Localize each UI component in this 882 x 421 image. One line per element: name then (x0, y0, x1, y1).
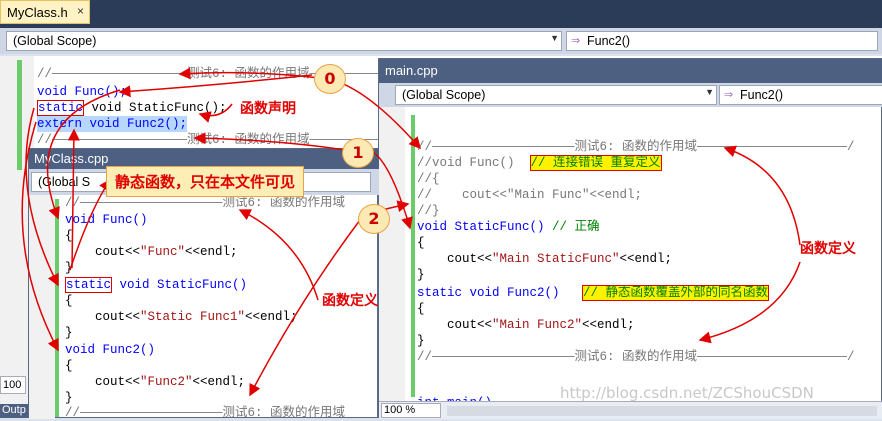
arrow (69, 178, 111, 271)
arrow (21, 121, 59, 352)
arrow (67, 128, 80, 269)
arrow (193, 132, 346, 151)
step-badge-1: 1 (342, 138, 374, 168)
arrow (178, 67, 321, 80)
label-static-note: 静态函数，只在本文件可见 (106, 166, 305, 197)
annotation-arrows (21, 67, 801, 397)
step-badge-2: 2 (358, 204, 390, 234)
label-function-definition: 函数定义 (322, 293, 378, 309)
label-function-definition-2: 函数定义 (800, 241, 856, 257)
step-badge-0: 0 (314, 64, 346, 94)
arrow (46, 89, 121, 220)
arrow (118, 74, 313, 98)
arrow (238, 209, 319, 301)
arrow (198, 103, 233, 123)
arrow (698, 261, 801, 344)
label-function-declaration: 函数声明 (240, 101, 296, 117)
watermark: http://blog.csdn.net/ZCShouCSDN (560, 384, 814, 402)
arrow (723, 145, 801, 246)
arrow (25, 107, 59, 287)
